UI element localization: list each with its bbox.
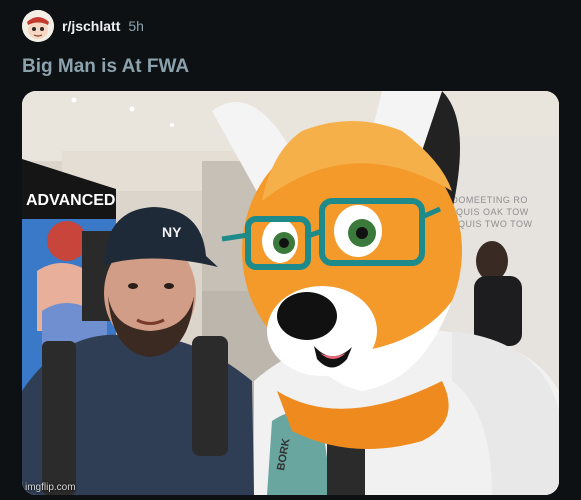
- post-header: r/jschlatt 5h: [22, 10, 144, 42]
- photo-illustration: AYDOMEETING RO LAQUIS OAK TOW LAQUIS TWO…: [22, 91, 559, 495]
- imgflip-watermark: imgflip.com: [25, 482, 76, 493]
- post-image[interactable]: AYDOMEETING RO LAQUIS OAK TOW LAQUIS TWO…: [22, 91, 559, 495]
- subreddit-name[interactable]: r/jschlatt: [62, 18, 120, 34]
- subreddit-avatar[interactable]: [22, 10, 54, 42]
- post-title[interactable]: Big Man is At FWA: [22, 56, 189, 78]
- avatar-image: [22, 10, 54, 42]
- post-age: 5h: [128, 18, 144, 34]
- banner-text: ADVANCED: [26, 192, 115, 209]
- cap-logo: NY: [162, 224, 182, 240]
